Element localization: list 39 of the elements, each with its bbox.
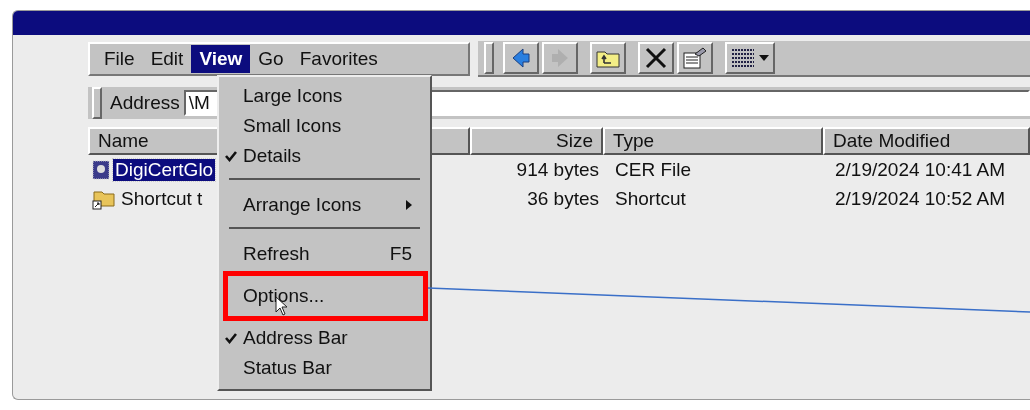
menu-item[interactable]: Refresh F5 [219, 239, 430, 269]
file-name[interactable]: Shortcut t [119, 187, 205, 210]
menu-title[interactable]: Edit [142, 45, 192, 73]
caret-icon [759, 55, 769, 61]
menu-title[interactable]: File [96, 45, 143, 73]
submenu-arrow-icon [406, 200, 412, 210]
folder-up-icon [596, 48, 620, 68]
delete-icon [645, 47, 667, 69]
back-button[interactable] [503, 42, 539, 74]
table-cell-text: 2/19/2024 10:52 AM [834, 187, 1007, 210]
up-button[interactable] [590, 42, 626, 74]
table-cell-text: 36 bytes [526, 187, 600, 210]
certificate-icon [92, 159, 110, 180]
properties-button[interactable] [677, 42, 713, 74]
menu-item[interactable]: Details [219, 141, 430, 171]
column-header[interactable]: Size [470, 127, 603, 155]
menu-title[interactable]: View [191, 45, 251, 73]
menu-item[interactable]: Address Bar [219, 323, 430, 353]
file-name[interactable]: DigiCertGlo [113, 158, 216, 181]
toolbar-grip[interactable] [484, 42, 494, 74]
views-button[interactable] [725, 42, 775, 74]
address-grip[interactable] [92, 87, 102, 119]
address-label: Address [110, 92, 180, 114]
column-header[interactable]: Date Modified [823, 127, 1030, 155]
column-header[interactable]: Type [603, 127, 823, 155]
menu-title[interactable]: Favorites [291, 45, 386, 73]
shortcut-label: F5 [389, 243, 412, 265]
table-cell-text: Shortcut [614, 187, 687, 210]
menu-title[interactable]: Go [250, 45, 292, 73]
menu-item[interactable]: Status Bar [219, 353, 430, 383]
table-cell-text: 914 bytes [515, 158, 600, 181]
properties-icon [683, 47, 707, 69]
delete-button[interactable] [638, 42, 674, 74]
back-arrow-icon [512, 48, 530, 68]
table-cell-text: 2/19/2024 10:41 AM [834, 158, 1007, 181]
menu-item[interactable]: Arrange Icons [219, 190, 430, 220]
menu-item[interactable]: Options... [223, 271, 428, 321]
table-cell-text: CER File [614, 158, 692, 181]
details-view-icon [731, 48, 755, 68]
